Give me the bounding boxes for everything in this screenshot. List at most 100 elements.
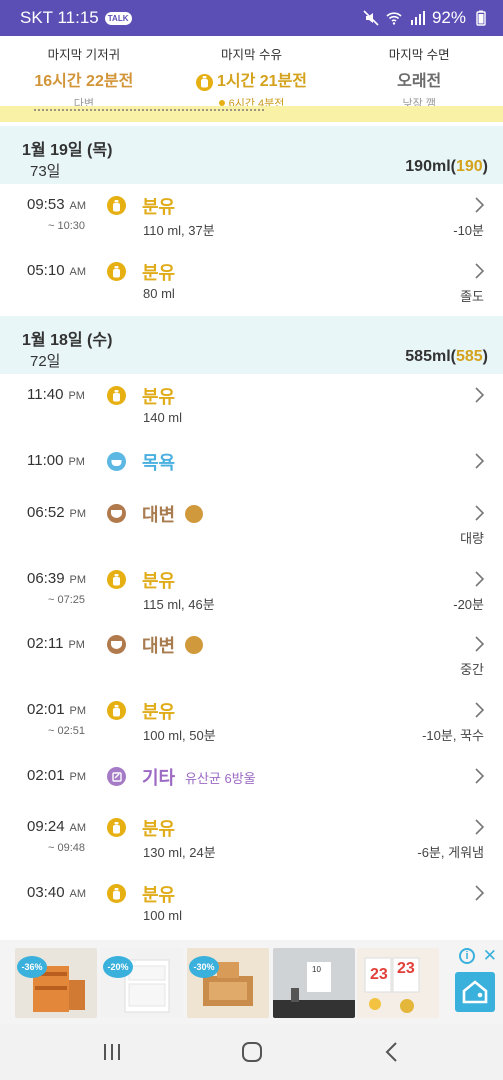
entry-time: 11:00 PM bbox=[27, 452, 85, 469]
list-item[interactable]: 02:11 PM 대변 중간 bbox=[0, 635, 503, 699]
entry-label: 분유 bbox=[142, 387, 176, 407]
entry-time-value: 09:53 bbox=[27, 196, 65, 213]
entry-time: 06:39 PM bbox=[27, 570, 86, 587]
entry-detail: 80 ml bbox=[143, 286, 175, 301]
ad-logo-icon[interactable] bbox=[455, 972, 495, 1012]
summary-diaper[interactable]: 마지막 기저귀 16시간 22분전 다변 bbox=[0, 36, 168, 110]
entry-time: 09:24 AM bbox=[27, 818, 86, 835]
chevron-right-icon bbox=[475, 263, 485, 279]
ad-product-thumbnail[interactable]: -36% bbox=[15, 948, 97, 1018]
entry-time-value: 06:39 bbox=[27, 570, 65, 587]
ad-info-icon[interactable]: i bbox=[459, 948, 475, 964]
entry-note: 대량 bbox=[460, 531, 484, 546]
day-date: 1월 19일 (목) bbox=[22, 142, 113, 159]
entry-time-value: 02:01 bbox=[27, 767, 65, 784]
entry-end-time: ~ 07:25 bbox=[48, 594, 86, 606]
wifi-icon bbox=[386, 12, 402, 25]
bath-icon bbox=[107, 452, 126, 471]
discount-badge: -20% bbox=[103, 956, 133, 978]
list-item[interactable]: 09:53 AM ~ 10:30 분유 110 ml, 37분 -10분 bbox=[0, 196, 503, 260]
entry-note: -6분, 게워냄 bbox=[417, 845, 484, 860]
entry-note: -20분 bbox=[453, 597, 484, 612]
entry-note: 졸도 bbox=[460, 289, 484, 304]
entry-end-time: ~ 10:30 bbox=[48, 220, 86, 232]
notice-strip[interactable] bbox=[0, 106, 503, 122]
summary-feeding[interactable]: 마지막 수유 1시간 21분전 6시간 4분전 bbox=[168, 36, 336, 110]
entry-end-time: ~ 09:48 bbox=[48, 842, 86, 854]
bottle-icon bbox=[107, 196, 126, 215]
ad-close-icon[interactable]: ✕ bbox=[483, 946, 497, 966]
entry-time: 06:52 PM bbox=[27, 504, 86, 521]
entry-detail: 140 ml bbox=[143, 410, 183, 425]
calendar-number: 23 bbox=[370, 966, 388, 983]
summary-feeding-title: 마지막 수유 bbox=[221, 48, 282, 62]
entry-time-value: 02:11 bbox=[27, 635, 64, 652]
list-item[interactable]: 02:01 PM ~ 02:51 분유 100 ml, 50분 -10분, 꾹수 bbox=[0, 701, 503, 765]
day-date: 1월 18일 (수) bbox=[22, 332, 113, 349]
note-icon bbox=[107, 767, 126, 786]
summary-diaper-title: 마지막 기저귀 bbox=[47, 48, 121, 62]
entry-label: 분유 bbox=[142, 819, 176, 839]
calendar-number: 23 bbox=[397, 960, 415, 977]
summary-sleep-title: 마지막 수면 bbox=[388, 48, 450, 62]
day-total-paren: 585 bbox=[455, 348, 483, 365]
entry-time-value: 11:40 bbox=[27, 386, 64, 403]
day-total-ml: 190ml bbox=[405, 158, 451, 175]
battery-icon bbox=[476, 10, 486, 26]
summary-sleep[interactable]: 마지막 수면 오래전 낮잠 깸 bbox=[335, 36, 503, 110]
entry-label: 분유 bbox=[142, 702, 176, 722]
entry-extra: 유산균 6방울 bbox=[185, 771, 256, 786]
entry-time-value: 06:52 bbox=[27, 504, 65, 521]
ad-product-thumbnail[interactable]: -20% bbox=[101, 948, 183, 1018]
entry-note: -10분 bbox=[453, 223, 484, 238]
ad-product-thumbnail[interactable]: 23 23 bbox=[357, 948, 439, 1018]
entry-ampm: PM bbox=[69, 574, 87, 586]
back-icon[interactable] bbox=[378, 1038, 406, 1066]
entry-detail: 100 ml, 50분 bbox=[143, 728, 216, 743]
entry-ampm: AM bbox=[69, 822, 87, 834]
talk-notification-icon: TALK bbox=[104, 11, 132, 25]
status-bar: SKT 11:15 TALK 92% bbox=[0, 0, 503, 36]
chevron-right-icon bbox=[475, 197, 485, 213]
list-item[interactable]: 09:24 AM ~ 09:48 분유 130 ml, 24분 -6분, 게워냄 bbox=[0, 818, 503, 882]
ad-product-thumbnail[interactable]: 10 bbox=[273, 948, 355, 1018]
entry-label: 목욕 bbox=[142, 453, 176, 473]
entry-detail: 100 ml bbox=[143, 908, 183, 923]
entry-note: 중간 bbox=[460, 662, 484, 677]
entry-ampm: PM bbox=[69, 771, 87, 783]
entry-time: 02:01 PM bbox=[27, 767, 86, 784]
entry-label: 분유 bbox=[142, 197, 176, 217]
ad-product-thumbnail[interactable]: -30% bbox=[187, 948, 269, 1018]
day-age: 73일 bbox=[30, 163, 61, 180]
diaper-icon bbox=[107, 635, 126, 654]
entry-ampm: PM bbox=[68, 456, 85, 468]
ad-banner[interactable]: -36% -20% -30% 10 23 23 i ✕ bbox=[0, 940, 503, 1024]
entry-ampm: AM bbox=[69, 888, 87, 900]
battery-level: 92% bbox=[431, 8, 466, 27]
home-icon[interactable] bbox=[238, 1038, 266, 1066]
chevron-right-icon bbox=[475, 702, 485, 718]
day-total: 190ml(190) bbox=[405, 158, 488, 175]
entry-end-time: ~ 02:51 bbox=[48, 725, 86, 737]
day-header: 1월 19일 (목) 73일 190ml(190) bbox=[0, 126, 503, 184]
entry-time-value: 02:01 bbox=[27, 701, 65, 718]
entry-label: 대변 bbox=[142, 505, 176, 525]
recent-apps-icon[interactable] bbox=[98, 1038, 126, 1066]
system-navigation-bar bbox=[0, 1024, 503, 1080]
list-item[interactable]: 03:40 AM 분유 100 ml bbox=[0, 884, 503, 948]
day-total-ml: 585ml bbox=[405, 348, 451, 365]
entry-time: 02:01 PM bbox=[27, 701, 86, 718]
bottle-icon bbox=[195, 73, 213, 91]
bottle-icon bbox=[107, 884, 126, 903]
entry-label: 분유 bbox=[142, 885, 176, 905]
notice-text-clipped bbox=[34, 109, 264, 112]
entry-time: 11:40 PM bbox=[27, 386, 85, 403]
bottle-icon bbox=[107, 701, 126, 720]
entry-label: 대변 bbox=[142, 636, 176, 656]
list-item[interactable]: 06:52 PM 대변 대량 bbox=[0, 504, 503, 568]
list-item[interactable]: 11:40 PM 분유 140 ml bbox=[0, 386, 503, 450]
entry-label: 기타 bbox=[142, 768, 176, 788]
list-item[interactable]: 06:39 PM ~ 07:25 분유 115 ml, 46분 -20분 bbox=[0, 570, 503, 634]
bottle-icon bbox=[107, 262, 126, 281]
mute-icon bbox=[363, 10, 379, 26]
